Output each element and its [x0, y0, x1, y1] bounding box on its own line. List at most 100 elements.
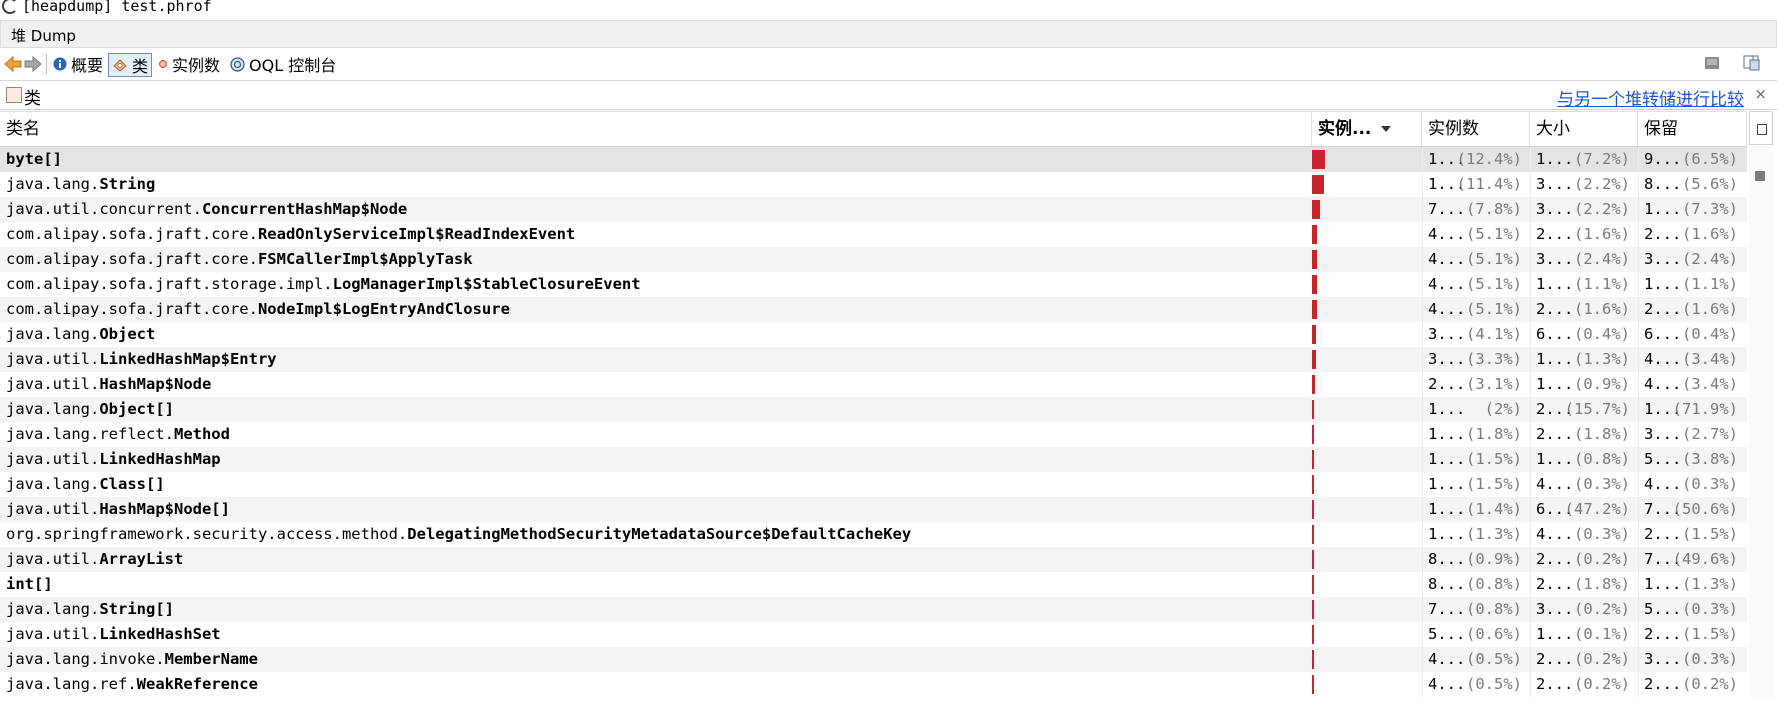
table-row[interactable]: com.alipay.sofa.jraft.core.FSMCallerImpl… [0, 247, 1747, 272]
retained-percent: (71.9%) [1672, 400, 1738, 418]
size-percent: (1.6%) [1574, 225, 1630, 243]
instances-percent: (0.8%) [1466, 575, 1522, 593]
table-row[interactable]: byte[] 1... (12.4%) 1... (7.2%) 9... (6.5%) [0, 147, 1747, 172]
oql-console-tab[interactable]: OQL 控制台 [230, 53, 336, 75]
class-name-cell: java.util.LinkedHashMap [6, 447, 221, 472]
column-header-instances[interactable]: 实例数 [1422, 112, 1530, 146]
column-divider [1638, 572, 1639, 597]
simple-class-name: FSMCallerImpl$ApplyTask [257, 250, 473, 268]
retained-percent: (2.4%) [1682, 250, 1738, 268]
table-row[interactable]: java.lang.String 1... (11.4%) 3... (2.2%) 8..… [0, 172, 1747, 197]
size-percent: (0.4%) [1574, 325, 1630, 343]
table-row[interactable]: java.lang.Object[] 1... (2%) 2... (15.7%) 1..… [0, 397, 1747, 422]
summary-tab[interactable]: 概要 [53, 53, 103, 75]
table-row[interactable]: java.util.LinkedHashSet 5... (0.6%) 1... (0.… [0, 622, 1747, 647]
table-row[interactable]: int[] 8... (0.8%) 2... (1.8%) 1... (1.3%) [0, 572, 1747, 597]
export-icon[interactable] [1742, 54, 1762, 72]
instances-bar [1312, 300, 1317, 319]
table-row[interactable]: java.util.LinkedHashMap 1... (1.5%) 1... (0.… [0, 447, 1747, 472]
simple-class-name: Class[] [99, 475, 165, 493]
table-row[interactable]: java.util.concurrent.ConcurrentHashMap$N… [0, 197, 1747, 222]
table-row[interactable]: com.alipay.sofa.jraft.core.NodeImpl$LogE… [0, 297, 1747, 322]
table-row[interactable]: com.alipay.sofa.jraft.core.ReadOnlyServi… [0, 222, 1747, 247]
column-divider [1638, 297, 1639, 322]
table-row[interactable]: java.lang.String[] 7... (0.8%) 3... (0.2%) 5.… [0, 597, 1747, 622]
package-name: java.util. [6, 550, 100, 568]
package-name: java.util.concurrent. [6, 200, 202, 218]
column-divider [1530, 447, 1531, 472]
simple-class-name: LinkedHashSet [99, 625, 221, 643]
retained-percent: (2.7%) [1682, 425, 1738, 443]
table-row[interactable]: com.alipay.sofa.jraft.storage.impl.LogMa… [0, 272, 1747, 297]
close-section-icon[interactable]: × [1754, 85, 1767, 103]
forward-arrow-icon[interactable] [24, 55, 42, 73]
class-name-cell: com.alipay.sofa.jraft.core.NodeImpl$LogE… [6, 297, 510, 322]
table-row[interactable]: java.util.HashMap$Node 2... (3.1%) 1... (0.9… [0, 372, 1747, 397]
document-tab[interactable]: [heapdump] test.phrof [0, 0, 1777, 18]
size-percent: (47.2%) [1564, 500, 1630, 518]
retained-percent: (50.6%) [1672, 500, 1738, 518]
compare-heap-dump-link[interactable]: 与另一个堆转储进行比较 [1557, 85, 1744, 110]
size-percent: (2.2%) [1574, 175, 1630, 193]
table-row[interactable]: java.lang.ref.WeakReference 4... (0.5%) 2..… [0, 672, 1747, 697]
back-arrow-icon[interactable] [4, 55, 22, 73]
package-name: java.lang.invoke. [6, 650, 165, 668]
view-toolbar: 概要 类 实例数 OQL 控制台 [0, 48, 1777, 81]
column-divider [1530, 172, 1531, 197]
simple-class-name: HashMap$Node[] [99, 500, 230, 518]
column-divider [1638, 497, 1639, 522]
instances-percent: (1.3%) [1466, 525, 1522, 543]
size-percent: (2.2%) [1574, 200, 1630, 218]
column-divider [1638, 247, 1639, 272]
snapshot-icon[interactable] [1703, 54, 1721, 72]
instances-tab[interactable]: 实例数 [158, 53, 220, 75]
column-divider [1638, 522, 1639, 547]
column-header-class-name[interactable]: 类名 [0, 112, 1312, 146]
column-header-retained[interactable]: 保留 [1638, 112, 1747, 146]
table-row[interactable]: java.util.ArrayList 8... (0.9%) 2... (0.2%) 7… [0, 547, 1747, 572]
instances-bar [1312, 675, 1314, 694]
retained-percent: (1.1%) [1682, 275, 1738, 293]
size-percent: (0.3%) [1574, 475, 1630, 493]
instances-percent: (3.3%) [1466, 350, 1522, 368]
heap-dump-label: 堆 Dump [11, 27, 76, 45]
column-divider [1422, 647, 1423, 672]
table-row[interactable]: org.springframework.security.access.meth… [0, 522, 1747, 547]
column-header-instances-bar[interactable]: 实例... [1312, 112, 1422, 146]
classes-tab[interactable]: 类 [108, 53, 153, 77]
retained-percent: (3.4%) [1682, 350, 1738, 368]
size-percent: (7.2%) [1574, 150, 1630, 168]
column-divider [1422, 672, 1423, 697]
table-row[interactable]: java.lang.Object 3... (4.1%) 6... (0.4%) 6...… [0, 322, 1747, 347]
instances-bar [1312, 350, 1316, 369]
column-divider [1638, 272, 1639, 297]
retained-percent: (5.6%) [1682, 175, 1738, 193]
simple-class-name: NodeImpl$LogEntryAndClosure [257, 300, 510, 318]
table-row[interactable]: java.util.HashMap$Node[] 1... (1.4%) 6... (4… [0, 497, 1747, 522]
package-name: com.alipay.sofa.jraft.core. [6, 225, 258, 243]
vertical-scrollbar[interactable] [1749, 147, 1773, 697]
column-divider [1530, 497, 1531, 522]
class-name-cell: java.lang.ref.WeakReference [6, 672, 258, 697]
retained-percent: (49.6%) [1672, 550, 1738, 568]
table-row[interactable]: java.util.LinkedHashMap$Entry 3... (3.3%) 1… [0, 347, 1747, 372]
instances-bar [1312, 475, 1314, 494]
column-divider [1530, 597, 1531, 622]
info-icon [53, 57, 67, 71]
table-row[interactable]: java.lang.reflect.Method 1... (1.8%) 2... (1… [0, 422, 1747, 447]
column-chooser-button[interactable] [1749, 111, 1773, 145]
table-row[interactable]: java.lang.Class[] 1... (1.5%) 4... (0.3%) 4..… [0, 472, 1747, 497]
instances-percent: (1.5%) [1466, 475, 1522, 493]
size-percent: (1.3%) [1574, 350, 1630, 368]
column-header-size[interactable]: 大小 [1530, 112, 1638, 146]
column-divider [1638, 197, 1639, 222]
package-name: java.lang.ref. [6, 675, 137, 693]
package-name: org.springframework.security.access.meth… [6, 525, 408, 543]
column-divider [1422, 197, 1423, 222]
table-row[interactable]: java.lang.invoke.MemberName 4... (0.5%) 2..… [0, 647, 1747, 672]
instances-bar [1312, 250, 1317, 269]
scrollbar-thumb[interactable] [1755, 171, 1765, 181]
sort-descending-icon [1381, 126, 1392, 132]
package-name: java.lang.reflect. [6, 425, 174, 443]
instances-percent: (7.8%) [1466, 200, 1522, 218]
